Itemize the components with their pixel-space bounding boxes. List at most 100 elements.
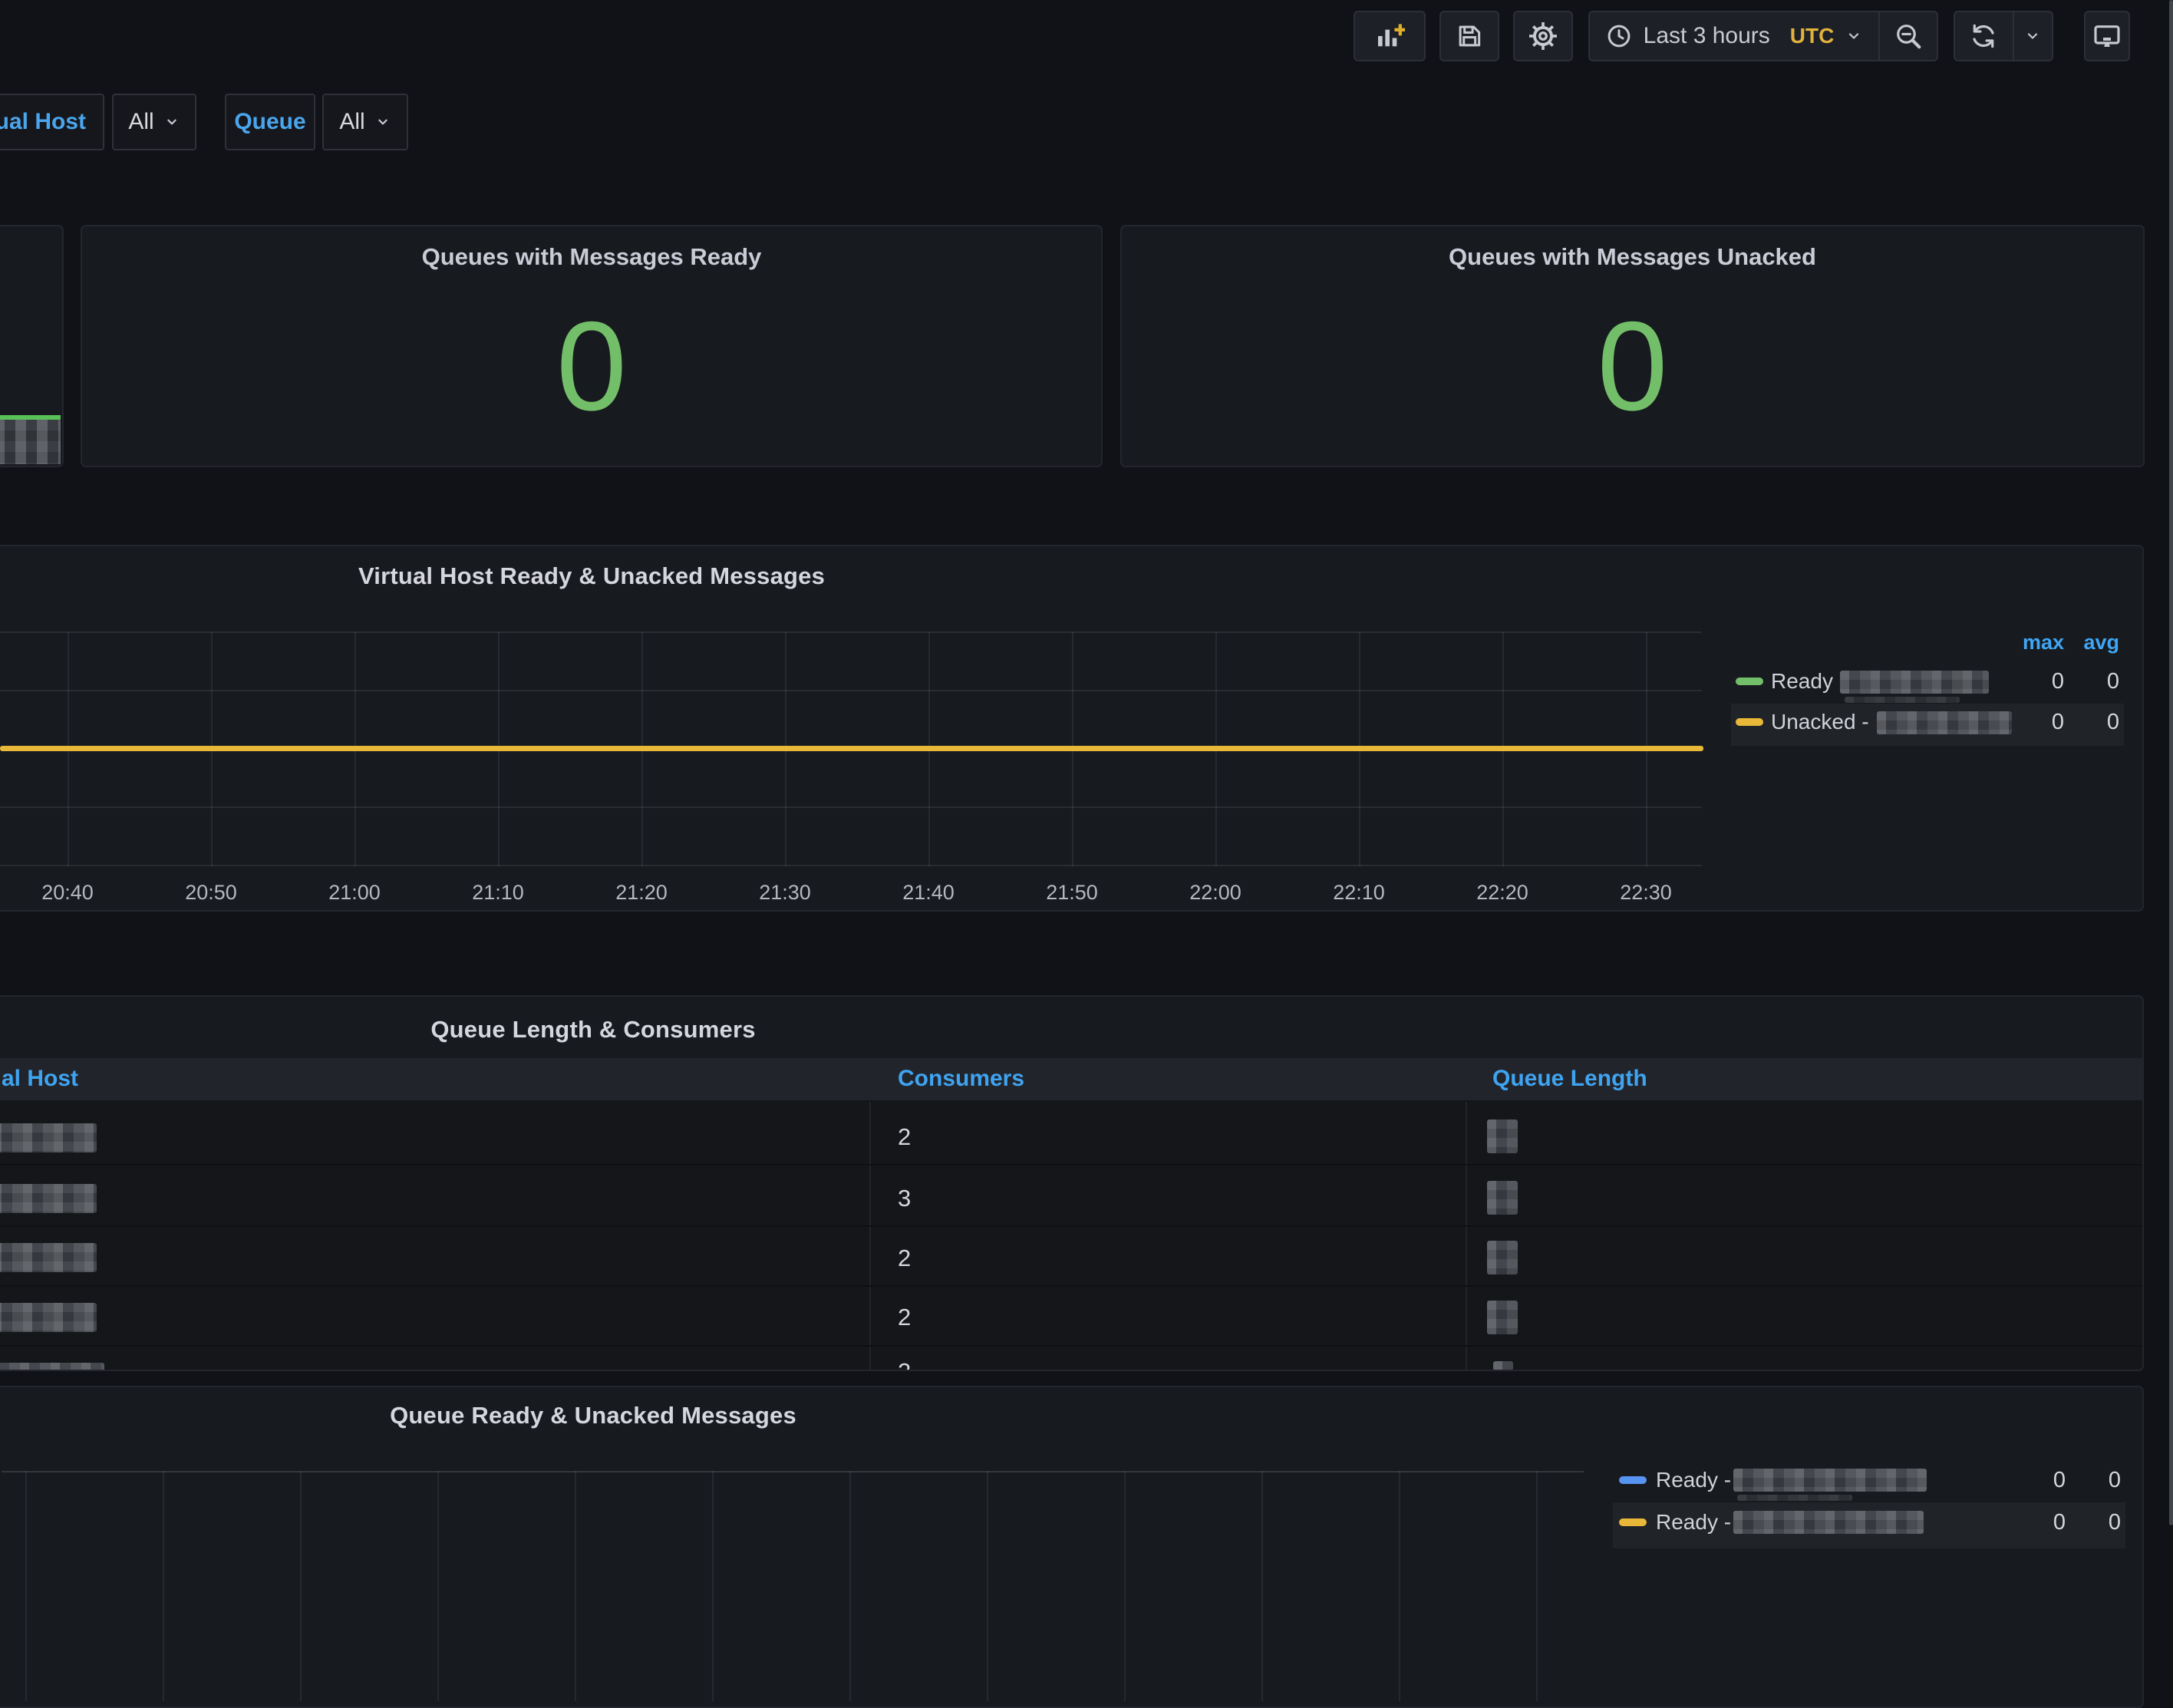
virtual-host-filter-value: All bbox=[128, 109, 153, 135]
legend-label-unacked[interactable]: Unacked - bbox=[1771, 710, 1869, 734]
legend-header-max[interactable]: max bbox=[1995, 631, 2064, 655]
column-header-virtual-host[interactable]: al Host bbox=[2, 1066, 78, 1092]
gridline bbox=[0, 631, 1702, 633]
consumers-cell: 2 bbox=[898, 1123, 911, 1151]
legend-max-value: 0 bbox=[1995, 710, 2064, 735]
clock-icon bbox=[1605, 22, 1633, 50]
time-range-group: Last 3 hours UTC bbox=[1588, 11, 1938, 61]
redacted-virtual-host-cell bbox=[0, 1184, 97, 1213]
gridline bbox=[1261, 1471, 1263, 1701]
column-header-consumers[interactable]: Consumers bbox=[898, 1066, 1024, 1092]
grafana-dashboard: { "toolbar": { "icons": ["add-panel-icon… bbox=[0, 0, 2173, 1525]
refresh-icon bbox=[1969, 21, 1998, 51]
gridline bbox=[25, 1471, 27, 1701]
legend-label-ready[interactable]: Ready - bbox=[1656, 1510, 1731, 1535]
gridline bbox=[1124, 1471, 1126, 1701]
chevron-down-icon bbox=[374, 114, 391, 130]
row-separator bbox=[0, 1345, 2144, 1347]
chevron-down-icon bbox=[163, 114, 180, 130]
gridline bbox=[437, 1471, 439, 1701]
redacted-virtual-host-cell bbox=[0, 1303, 97, 1332]
x-axis-tick: 22:10 bbox=[1333, 881, 1385, 905]
variable-label-queue[interactable]: Queue bbox=[225, 94, 315, 150]
redacted-series-name bbox=[1737, 1495, 1852, 1501]
gridline bbox=[1399, 1471, 1400, 1701]
panel-title[interactable]: Queues with Messages Unacked bbox=[1122, 243, 2143, 271]
legend-label-ready[interactable]: Ready - bbox=[1656, 1468, 1731, 1492]
table-header-row bbox=[0, 1058, 2144, 1100]
queue-table-panel: Queue Length & Consumers al Host Consume… bbox=[0, 995, 2144, 1371]
legend-swatch-ready-blue bbox=[1619, 1476, 1647, 1484]
redacted-series-name bbox=[1845, 697, 1960, 703]
gridline bbox=[0, 865, 1702, 866]
redacted-series-name bbox=[1733, 1469, 1927, 1492]
legend-avg-value: 0 bbox=[2072, 710, 2119, 735]
partial-stat-panel bbox=[0, 225, 64, 467]
zoom-out-time-button[interactable] bbox=[1878, 12, 1937, 60]
panel-title[interactable]: Queue Ready & Unacked Messages bbox=[390, 1402, 796, 1429]
redacted-queue-length-cell bbox=[1487, 1181, 1518, 1215]
chevron-down-icon bbox=[1845, 27, 1863, 45]
stat-value: 0 bbox=[1122, 303, 2143, 430]
legend-avg-value: 0 bbox=[2073, 1510, 2121, 1535]
redacted-virtual-host-cell bbox=[0, 1123, 97, 1152]
add-panel-icon bbox=[1374, 21, 1405, 51]
gridline bbox=[0, 690, 1702, 691]
virtual-host-filter-dropdown[interactable]: All bbox=[112, 94, 196, 150]
column-header-queue-length[interactable]: Queue Length bbox=[1492, 1066, 1647, 1092]
consumers-cell: 2 bbox=[898, 1358, 911, 1371]
timezone-label: UTC bbox=[1790, 24, 1835, 48]
panel-title[interactable]: Queue Length & Consumers bbox=[430, 1016, 755, 1044]
row-separator bbox=[0, 1164, 2144, 1166]
legend-label-ready[interactable]: Ready bbox=[1771, 669, 1833, 694]
redacted-virtual-host-cell bbox=[0, 1243, 97, 1272]
save-dashboard-icon bbox=[1455, 21, 1484, 51]
queue-filter-dropdown[interactable]: All bbox=[322, 94, 408, 150]
variable-label-virtual-host[interactable]: tual Host bbox=[0, 94, 104, 150]
refresh-dashboard-button[interactable] bbox=[1955, 12, 2013, 60]
gridline bbox=[849, 1471, 851, 1701]
redacted-queue-length-cell bbox=[1487, 1119, 1518, 1153]
consumers-cell: 2 bbox=[898, 1245, 911, 1272]
save-dashboard-button[interactable] bbox=[1439, 11, 1499, 61]
gridline bbox=[300, 1471, 302, 1701]
redacted-series-name bbox=[1877, 711, 2012, 734]
legend-avg-value: 0 bbox=[2072, 669, 2119, 694]
dashboard-settings-button[interactable] bbox=[1513, 11, 1573, 61]
time-range-picker-button[interactable]: Last 3 hours UTC bbox=[1590, 12, 1878, 60]
legend-swatch-ready bbox=[1736, 678, 1763, 685]
row-separator bbox=[0, 1285, 2144, 1287]
x-axis-tick: 21:50 bbox=[1046, 881, 1098, 905]
x-axis-tick: 21:30 bbox=[759, 881, 811, 905]
gridline bbox=[712, 1471, 714, 1701]
x-axis-tick: 22:00 bbox=[1189, 881, 1241, 905]
redacted-series-name bbox=[1840, 671, 1989, 694]
x-axis-tick: 21:40 bbox=[902, 881, 955, 905]
kiosk-monitor-icon bbox=[2092, 21, 2122, 51]
table-body bbox=[0, 1100, 2144, 1371]
legend-header-avg[interactable]: avg bbox=[2072, 631, 2119, 655]
column-divider bbox=[869, 1102, 871, 1371]
panel-title[interactable]: Virtual Host Ready & Unacked Messages bbox=[358, 562, 825, 590]
add-panel-button[interactable] bbox=[1354, 11, 1426, 61]
queue-filter-label: Queue bbox=[234, 109, 305, 135]
queue-chart-panel: Queue Ready & Unacked Messages Ready - 0… bbox=[0, 1386, 2144, 1708]
zoom-out-icon bbox=[1894, 21, 1923, 51]
column-divider bbox=[1466, 1102, 1467, 1371]
kiosk-mode-button[interactable] bbox=[2084, 11, 2130, 61]
x-axis-tick: 20:40 bbox=[41, 881, 94, 905]
legend-swatch-unacked bbox=[1736, 718, 1763, 726]
refresh-interval-dropdown[interactable] bbox=[2013, 12, 2052, 60]
x-axis-tick: 21:10 bbox=[472, 881, 524, 905]
panel-title[interactable]: Queues with Messages Ready bbox=[82, 243, 1101, 271]
stat-value: 0 bbox=[82, 303, 1101, 430]
redacted-series-name bbox=[1733, 1511, 1924, 1534]
unacked-series-line bbox=[0, 746, 1703, 751]
row-separator bbox=[0, 1225, 2144, 1227]
queue-filter-value: All bbox=[339, 109, 364, 135]
refresh-group bbox=[1954, 11, 2053, 61]
vertical-scrollbar[interactable] bbox=[2169, 0, 2173, 1525]
x-axis-tick: 22:30 bbox=[1620, 881, 1672, 905]
x-axis-tick: 21:20 bbox=[615, 881, 668, 905]
consumers-cell: 2 bbox=[898, 1304, 911, 1331]
